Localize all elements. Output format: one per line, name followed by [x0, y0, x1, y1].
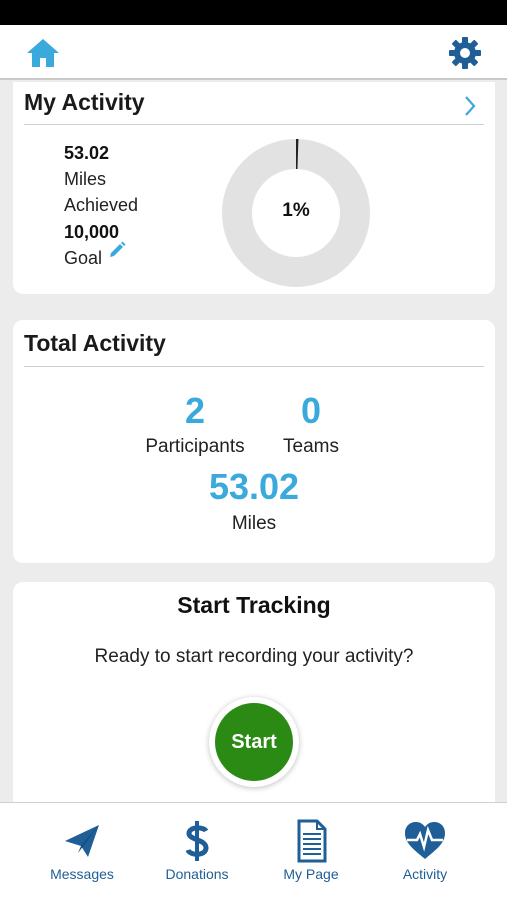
nav-item-my-page[interactable]: My Page — [248, 803, 374, 900]
teams-label: Teams — [283, 436, 339, 457]
divider — [24, 124, 484, 125]
participants-count: 2 — [184, 390, 206, 431]
progress-percent: 1% — [282, 200, 310, 221]
document-icon — [297, 819, 327, 863]
chevron-right-icon[interactable] — [463, 95, 477, 117]
total-activity-title: Total Activity — [24, 330, 166, 356]
scroll-content[interactable]: My Activity 53.02 Miles Achieved 10,000 … — [0, 82, 507, 802]
divider — [24, 366, 484, 367]
total-activity-card: Total Activity 2 Participants 0 Teams 53… — [13, 320, 495, 563]
my-activity-card[interactable]: My Activity 53.02 Miles Achieved 10,000 … — [13, 82, 495, 294]
my-activity-title: My Activity — [24, 89, 145, 115]
status-bar — [0, 0, 507, 25]
miles-label: Miles — [64, 169, 107, 189]
start-button[interactable]: Start — [215, 703, 293, 781]
participants-label: Participants — [145, 436, 245, 457]
start-button-ring: Start — [209, 697, 299, 787]
dollar-icon — [185, 821, 209, 861]
goal-value: 10,000 — [64, 222, 120, 242]
start-tracking-card: Start Tracking Ready to start recording … — [13, 582, 495, 802]
paper-plane-icon — [65, 825, 99, 857]
nav-label: My Page — [283, 866, 339, 882]
nav-item-messages[interactable]: Messages — [19, 803, 145, 900]
nav-label: Activity — [402, 866, 448, 882]
start-tracking-title: Start Tracking — [177, 592, 331, 618]
start-tracking-prompt: Ready to start recording your activity? — [94, 646, 414, 667]
nav-item-donations[interactable]: Donations — [134, 803, 260, 900]
goal-label: Goal — [64, 248, 103, 268]
home-icon[interactable] — [25, 37, 61, 69]
nav-item-activity[interactable]: Activity — [362, 803, 488, 900]
miles-achieved-value: 53.02 — [64, 143, 110, 163]
pencil-icon[interactable] — [108, 241, 126, 259]
teams-count: 0 — [300, 390, 322, 431]
nav-label: Donations — [165, 866, 229, 882]
total-miles-value: 53.02 — [208, 466, 300, 507]
bottom-nav: Messages Donations My Page Activity — [0, 802, 507, 900]
gear-icon[interactable] — [448, 36, 482, 70]
achieved-label: Achieved — [64, 195, 139, 215]
nav-label: Messages — [50, 866, 114, 882]
top-bar — [0, 25, 507, 80]
heart-pulse-icon — [405, 822, 445, 859]
total-miles-label: Miles — [231, 513, 277, 534]
